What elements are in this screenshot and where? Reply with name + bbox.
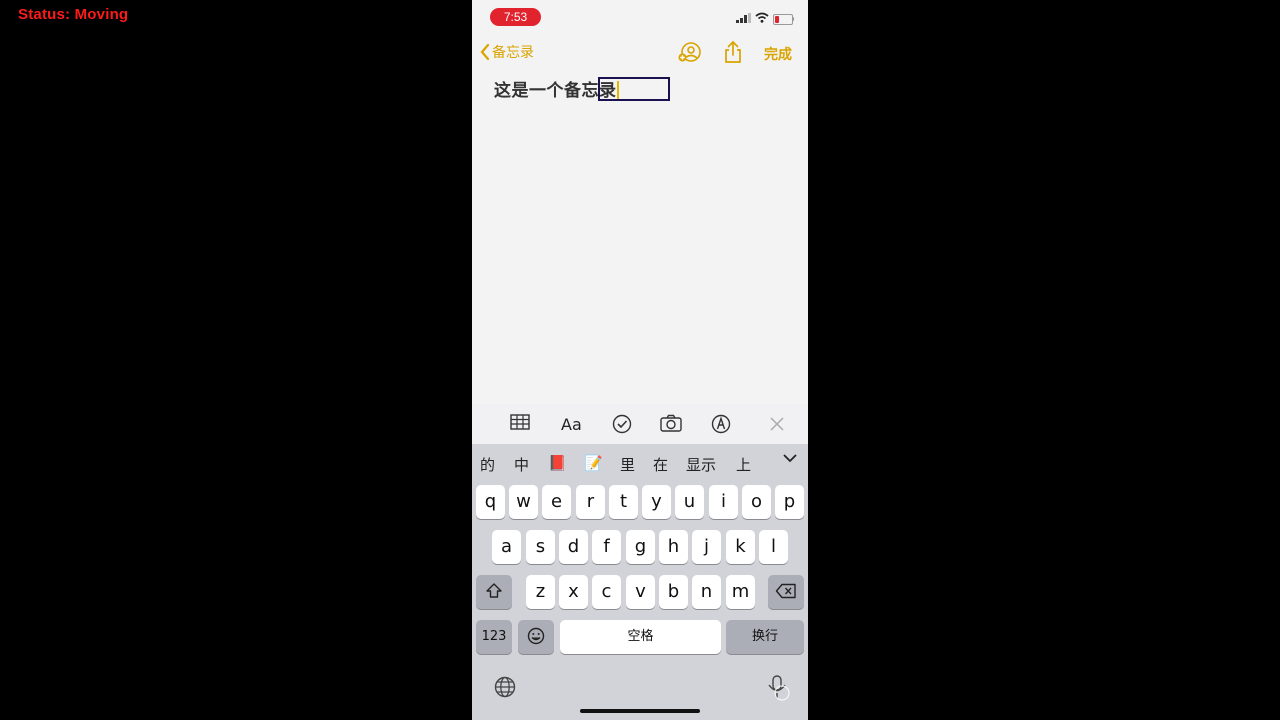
home-indicator: [580, 709, 700, 713]
chevron-down-icon[interactable]: [782, 452, 798, 464]
status-bar: 7:53: [472, 0, 808, 34]
back-label: 备忘录: [492, 45, 534, 61]
candidate-bar: 的 中 📕 📝 里 在 显示 上: [472, 444, 808, 482]
candidate-item[interactable]: 上: [736, 454, 751, 475]
done-button[interactable]: 完成: [764, 44, 792, 64]
key-f[interactable]: f: [592, 530, 621, 564]
share-icon[interactable]: [723, 40, 743, 64]
key-t[interactable]: t: [609, 485, 638, 519]
space-key[interactable]: 空格: [560, 620, 721, 654]
candidate-item[interactable]: 在: [653, 454, 668, 475]
battery-icon: [773, 14, 793, 25]
table-icon[interactable]: [510, 414, 530, 430]
key-j[interactable]: j: [692, 530, 721, 564]
key-k[interactable]: k: [726, 530, 755, 564]
candidate-item[interactable]: 📕: [548, 454, 567, 472]
key-i[interactable]: i: [709, 485, 738, 519]
return-key[interactable]: 换行: [726, 620, 804, 654]
add-person-icon[interactable]: [678, 42, 702, 64]
numbers-key[interactable]: 123: [476, 620, 512, 654]
delete-key[interactable]: [768, 575, 804, 609]
format-toolbar: Aa: [472, 404, 808, 444]
key-w[interactable]: w: [509, 485, 538, 519]
nav-bar: 备忘录 完成: [472, 38, 808, 68]
key-x[interactable]: x: [559, 575, 588, 609]
key-s[interactable]: s: [526, 530, 555, 564]
candidate-item[interactable]: 📝: [584, 454, 603, 472]
battery-nub: [792, 17, 794, 21]
key-r[interactable]: r: [576, 485, 605, 519]
key-y[interactable]: y: [642, 485, 671, 519]
highlight-box: [598, 77, 670, 101]
markup-pen-icon[interactable]: [711, 414, 731, 434]
text-format-button[interactable]: Aa: [561, 415, 582, 434]
key-u[interactable]: u: [675, 485, 704, 519]
key-o[interactable]: o: [742, 485, 771, 519]
key-z[interactable]: z: [526, 575, 555, 609]
camera-icon[interactable]: [660, 414, 682, 432]
candidate-item[interactable]: 显示: [686, 454, 716, 475]
key-q[interactable]: q: [476, 485, 505, 519]
key-b[interactable]: b: [659, 575, 688, 609]
time-indicator: 7:53: [490, 8, 541, 26]
wifi-icon: [755, 12, 769, 23]
shift-key[interactable]: [476, 575, 512, 609]
key-a[interactable]: a: [492, 530, 521, 564]
key-h[interactable]: h: [659, 530, 688, 564]
key-c[interactable]: c: [592, 575, 621, 609]
close-icon[interactable]: [770, 417, 784, 431]
status-overlay-text: Status: Moving: [18, 6, 129, 23]
candidate-item[interactable]: 的: [480, 454, 495, 475]
keyboard: 的 中 📕 📝 里 在 显示 上 q w e r t y u i o p a s…: [472, 444, 808, 720]
emoji-key[interactable]: [518, 620, 554, 654]
key-n[interactable]: n: [692, 575, 721, 609]
key-l[interactable]: l: [759, 530, 788, 564]
globe-icon[interactable]: [494, 676, 516, 698]
backspace-icon: [775, 583, 796, 599]
back-button[interactable]: 备忘录: [480, 42, 534, 62]
checklist-icon[interactable]: [612, 414, 632, 434]
key-p[interactable]: p: [775, 485, 804, 519]
phone-screen: 7:53 备忘录 完成 这是一个备忘录 Aa 的 中 📕 📝 里 在 显示 上 …: [472, 0, 808, 720]
key-m[interactable]: m: [726, 575, 755, 609]
key-d[interactable]: d: [559, 530, 588, 564]
shift-icon: [486, 583, 502, 598]
emoji-icon: [527, 627, 545, 645]
chevron-left-icon: [480, 44, 490, 60]
microphone-icon[interactable]: [762, 674, 794, 702]
key-e[interactable]: e: [542, 485, 571, 519]
candidate-item[interactable]: 中: [514, 454, 529, 475]
candidate-item[interactable]: 里: [620, 454, 635, 475]
cellular-signal-icon: [736, 13, 751, 23]
key-v[interactable]: v: [626, 575, 655, 609]
key-g[interactable]: g: [626, 530, 655, 564]
